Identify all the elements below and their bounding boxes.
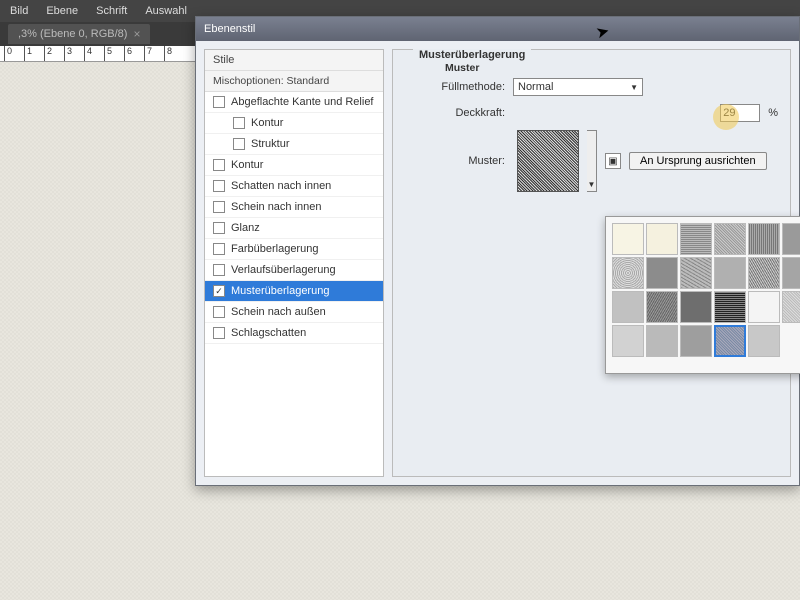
ruler-tick: 4 (84, 46, 92, 62)
checkbox-icon[interactable] (213, 96, 225, 108)
style-bevel[interactable]: Abgeflachte Kante und Relief (205, 92, 383, 113)
ruler-tick: 7 (144, 46, 152, 62)
checkbox-icon[interactable] (213, 243, 225, 255)
pattern-swatch-selected[interactable] (714, 325, 746, 357)
opacity-label: Deckkraft: (433, 107, 505, 119)
style-inner-glow[interactable]: Schein nach innen (205, 197, 383, 218)
pattern-swatch[interactable] (714, 291, 746, 323)
checkbox-icon[interactable] (213, 201, 225, 213)
style-inner-shadow[interactable]: Schatten nach innen (205, 176, 383, 197)
checkbox-icon[interactable] (213, 327, 225, 339)
group-title: Musterüberlagerung (413, 49, 531, 61)
ruler-tick: 1 (24, 46, 32, 62)
checkbox-icon[interactable] (233, 117, 245, 129)
menu-bild[interactable]: Bild (10, 5, 28, 17)
pattern-swatch[interactable] (646, 291, 678, 323)
ruler-tick: 3 (64, 46, 72, 62)
pattern-swatch[interactable] (680, 257, 712, 289)
ruler-tick: 8 (164, 46, 172, 62)
blend-mode-value: Normal (518, 81, 553, 93)
menu-schrift[interactable]: Schrift (96, 5, 127, 17)
pattern-swatch[interactable] (748, 291, 780, 323)
pattern-swatch[interactable] (748, 223, 780, 255)
pattern-swatch[interactable] (748, 257, 780, 289)
layer-style-dialog: Ebenenstil Stile Mischoptionen: Standard… (195, 16, 800, 486)
style-outer-glow[interactable]: Schein nach außen (205, 302, 383, 323)
pattern-swatch[interactable] (680, 223, 712, 255)
pattern-dropdown-icon[interactable]: ▼ (587, 130, 597, 192)
opacity-row: Deckkraft: 29 % (405, 100, 778, 126)
style-color-overlay[interactable]: Farbüberlagerung (205, 239, 383, 260)
checkbox-icon[interactable] (213, 222, 225, 234)
pattern-swatch[interactable] (612, 223, 644, 255)
pattern-swatch[interactable] (612, 291, 644, 323)
ruler-tick: 5 (104, 46, 112, 62)
pattern-swatch[interactable] (782, 223, 800, 255)
pattern-swatch[interactable] (714, 223, 746, 255)
document-tab[interactable]: ,3% (Ebene 0, RGB/8) × (8, 24, 150, 44)
ruler-tick: 2 (44, 46, 52, 62)
pattern-swatch[interactable] (646, 325, 678, 357)
snap-to-origin-button[interactable]: An Ursprung ausrichten (629, 152, 767, 170)
pattern-picker-popup: ⚙ ▸ (605, 216, 800, 374)
checkbox-icon[interactable] (213, 264, 225, 276)
pattern-row: Muster: ▼ ▣ An Ursprung ausrichten (405, 126, 778, 196)
pattern-swatch[interactable] (782, 291, 800, 323)
checkbox-icon[interactable] (213, 180, 225, 192)
blending-options-header[interactable]: Mischoptionen: Standard (205, 71, 383, 92)
style-satin[interactable]: Glanz (205, 218, 383, 239)
sub-title: Muster (445, 62, 778, 74)
blend-mode-select[interactable]: Normal ▼ (513, 78, 643, 96)
pattern-swatch[interactable] (646, 223, 678, 255)
style-pattern-overlay[interactable]: ✓Musterüberlagerung (205, 281, 383, 302)
pattern-label: Muster: (433, 155, 505, 167)
styles-list-panel: Stile Mischoptionen: Standard Abgeflacht… (204, 49, 384, 477)
style-kontur[interactable]: Kontur (205, 155, 383, 176)
dialog-title: Ebenenstil (204, 23, 255, 35)
pattern-swatch[interactable] (612, 257, 644, 289)
checkbox-icon[interactable] (213, 306, 225, 318)
chevron-down-icon: ▼ (630, 83, 638, 92)
dialog-titlebar[interactable]: Ebenenstil (196, 17, 799, 41)
blend-mode-row: Füllmethode: Normal ▼ (405, 74, 778, 100)
checkbox-icon[interactable] (213, 159, 225, 171)
pattern-swatch[interactable] (680, 291, 712, 323)
pattern-swatch[interactable] (748, 325, 780, 357)
document-tab-label: ,3% (Ebene 0, RGB/8) (18, 28, 127, 40)
menu-auswahl[interactable]: Auswahl (145, 5, 187, 17)
style-gradient-overlay[interactable]: Verlaufsüberlagerung (205, 260, 383, 281)
ruler-tick: 6 (124, 46, 132, 62)
ruler-tick: 0 (4, 46, 12, 62)
style-kontur-sub[interactable]: Kontur (205, 113, 383, 134)
checkbox-icon[interactable]: ✓ (213, 285, 225, 297)
pattern-swatch[interactable] (714, 257, 746, 289)
pattern-grid (612, 223, 800, 357)
pattern-swatch[interactable] (680, 325, 712, 357)
fillmethod-label: Füllmethode: (433, 81, 505, 93)
snap-icon[interactable]: ▣ (605, 153, 621, 169)
pattern-swatch[interactable] (612, 325, 644, 357)
checkbox-icon[interactable] (233, 138, 245, 150)
opacity-input[interactable]: 29 (720, 104, 760, 122)
percent-symbol: % (768, 107, 778, 119)
pattern-swatch[interactable] (782, 257, 800, 289)
style-drop-shadow[interactable]: Schlagschatten (205, 323, 383, 344)
style-struktur-sub[interactable]: Struktur (205, 134, 383, 155)
menu-ebene[interactable]: Ebene (46, 5, 78, 17)
settings-panel: Musterüberlagerung Muster Füllmethode: N… (392, 49, 791, 477)
close-icon[interactable]: × (133, 27, 140, 41)
styles-header[interactable]: Stile (205, 50, 383, 71)
pattern-swatch[interactable] (646, 257, 678, 289)
pattern-preview[interactable] (517, 130, 579, 192)
